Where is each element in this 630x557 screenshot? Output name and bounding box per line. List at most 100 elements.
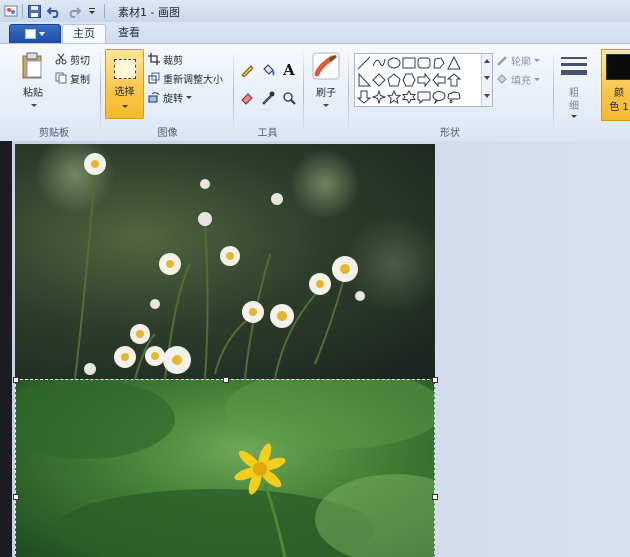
line-shape-icon[interactable] (357, 56, 371, 70)
redo-icon[interactable] (66, 3, 82, 19)
group-divider (100, 50, 101, 134)
title-bar: 素材1 - 画图 (0, 0, 630, 23)
oval-callout-icon[interactable] (432, 90, 446, 104)
rotate-icon (148, 92, 160, 103)
window-edge (0, 141, 12, 557)
diamond-shape-icon[interactable] (372, 73, 386, 87)
color-picker-icon[interactable] (259, 89, 277, 107)
fill-label: 填充 (511, 75, 531, 87)
group-divider (233, 50, 234, 134)
brushes-label[interactable]: 刷子 (309, 84, 343, 99)
selection-rectangle[interactable] (15, 379, 435, 557)
magnifier-icon[interactable] (280, 89, 298, 107)
resize-label: 重新调整大小 (163, 74, 223, 86)
save-icon[interactable] (27, 3, 41, 19)
select-dropdown (106, 100, 143, 111)
paste-icon[interactable] (20, 52, 46, 80)
text-tool-icon[interactable]: A (280, 61, 298, 79)
fill-button[interactable]: 填充 (496, 70, 540, 88)
five-point-star-icon[interactable] (387, 90, 401, 104)
file-menu-button[interactable] (9, 24, 61, 44)
tab-home[interactable]: 主页 (62, 24, 106, 44)
brush-icon[interactable] (312, 52, 340, 80)
cut-label: 剪切 (70, 55, 90, 67)
window-title: 素材1 - 画图 (118, 6, 180, 19)
rounded-rectangle-shape-icon[interactable] (417, 56, 431, 70)
paint-window: 素材1 - 画图 主页 查看 粘贴 剪切 复制 剪贴板 选择 裁剪 重新调整大小… (0, 0, 630, 557)
tab-view[interactable]: 查看 (108, 24, 150, 43)
copy-button[interactable]: 复制 (55, 69, 90, 87)
chevron-down-icon (121, 105, 128, 108)
chevron-down-icon (186, 95, 192, 99)
up-arrow-shape-icon[interactable] (447, 73, 461, 87)
size-dropdown[interactable] (570, 110, 578, 121)
eraser-icon[interactable] (238, 89, 256, 107)
fill-bucket-icon[interactable] (259, 61, 277, 79)
resize-handle-top-right[interactable] (432, 377, 438, 383)
line-width-icon[interactable] (560, 53, 588, 81)
select-button[interactable]: 选择 (105, 49, 144, 119)
triangle-shape-icon[interactable] (447, 56, 461, 70)
rectangle-shape-icon[interactable] (402, 56, 416, 70)
paint-app-icon[interactable] (4, 3, 18, 19)
group-divider (553, 50, 554, 134)
undo-icon[interactable] (46, 3, 62, 19)
expand-gallery-icon[interactable] (484, 94, 490, 98)
copy-icon (55, 72, 67, 84)
scroll-down-icon[interactable] (484, 76, 490, 80)
ribbon-tabs: 主页 查看 (0, 22, 630, 44)
rect-callout-icon[interactable] (417, 90, 431, 104)
right-arrow-shape-icon[interactable] (417, 73, 431, 87)
pencil-icon[interactable] (238, 61, 256, 79)
six-point-star-icon[interactable] (402, 90, 416, 104)
resize-handle-top-left[interactable] (13, 377, 19, 383)
rotate-label: 旋转 (163, 93, 183, 105)
crop-label: 裁剪 (163, 55, 183, 67)
chevron-down-icon (534, 58, 540, 62)
divider (104, 4, 105, 18)
crop-button[interactable]: 裁剪 (148, 50, 183, 68)
pentagon-shape-icon[interactable] (387, 73, 401, 87)
image-group-label: 图像 (157, 128, 178, 139)
fill-bucket-icon (497, 74, 507, 84)
selection-rect-icon (114, 59, 136, 79)
paste-dropdown[interactable] (30, 99, 38, 110)
chevron-down-icon (31, 104, 37, 107)
customize-toolbar-icon[interactable] (87, 3, 97, 19)
resize-handle-left[interactable] (13, 494, 19, 500)
hexagon-shape-icon[interactable] (402, 73, 416, 87)
outline-button[interactable]: 轮廓 (496, 51, 540, 69)
resize-icon (148, 72, 160, 84)
copy-label: 复制 (70, 74, 90, 86)
four-point-star-icon[interactable] (372, 90, 386, 104)
cloud-callout-icon[interactable] (447, 90, 461, 104)
oval-shape-icon[interactable] (387, 56, 401, 70)
group-divider (303, 50, 304, 134)
curve-shape-icon[interactable] (372, 56, 386, 70)
select-label: 选择 (114, 87, 135, 98)
chevron-down-icon (323, 104, 329, 107)
cut-button[interactable]: 剪切 (55, 50, 90, 68)
shapes-scrollbar[interactable] (481, 54, 492, 106)
resize-handle-right[interactable] (432, 494, 438, 500)
paste-label[interactable]: 粘贴 (17, 84, 49, 99)
right-triangle-shape-icon[interactable] (357, 73, 371, 87)
left-arrow-shape-icon[interactable] (432, 73, 446, 87)
resize-handle-top[interactable] (223, 377, 229, 383)
color1-label-line1: 颜 (614, 88, 624, 99)
scissors-icon (55, 53, 67, 65)
brushes-dropdown[interactable] (322, 99, 330, 110)
color1-button[interactable]: 颜 色 1 (601, 49, 630, 121)
chevron-down-icon (39, 32, 45, 36)
tools-group-label: 工具 (257, 128, 278, 139)
polygon-shape-icon[interactable] (432, 56, 446, 70)
resize-button[interactable]: 重新调整大小 (148, 69, 223, 87)
document-icon (25, 29, 36, 39)
down-arrow-shape-icon[interactable] (357, 90, 371, 104)
scroll-up-icon[interactable] (484, 59, 490, 63)
photo-white-daisies (15, 144, 435, 379)
chevron-down-icon (534, 77, 540, 81)
rotate-button[interactable]: 旋转 (148, 88, 192, 106)
color1-label-line2: 色 1 (609, 102, 629, 113)
daisies-illustration (35, 144, 435, 379)
